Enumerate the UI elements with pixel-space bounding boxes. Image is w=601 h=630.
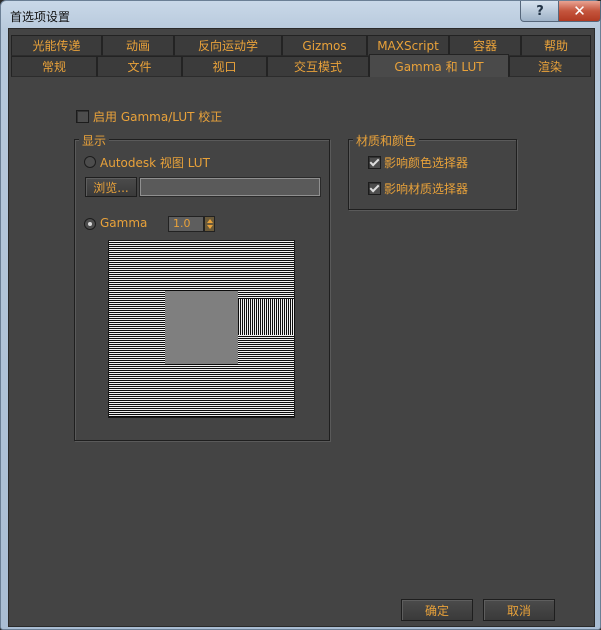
spinner-down-icon[interactable] — [207, 225, 213, 229]
tab-inverse-kinematics[interactable]: 反向运动学 — [174, 35, 282, 56]
tab-interaction-mode[interactable]: 交互模式 — [267, 56, 369, 77]
tab-viewports[interactable]: 视口 — [182, 56, 267, 77]
ok-button[interactable]: 确定 — [401, 599, 473, 621]
tab-gizmos[interactable]: Gizmos — [282, 35, 367, 56]
tab-animation[interactable]: 动画 — [102, 35, 174, 56]
display-group-title: 显示 — [79, 132, 110, 149]
autodesk-lut-radio[interactable] — [84, 156, 96, 168]
lut-path-field[interactable] — [139, 177, 321, 197]
gamma-value-input[interactable]: 1.0 — [168, 216, 204, 232]
gamma-spinner[interactable] — [204, 216, 215, 232]
material-color-group-title: 材质和颜色 — [353, 132, 420, 149]
window-title: 首选项设置 — [10, 10, 71, 24]
affect-material-picker-label: 影响材质选择器 — [384, 182, 469, 196]
material-color-group — [348, 139, 517, 210]
gamma-preview-gray-square — [165, 291, 238, 364]
title-bar[interactable]: 首选项设置 ? ✕ — [1, 1, 601, 29]
tab-help[interactable]: 帮助 — [521, 35, 591, 56]
cancel-button[interactable]: 取消 — [483, 599, 555, 621]
close-button[interactable]: ✕ — [558, 1, 601, 22]
gamma-label: Gamma — [100, 216, 148, 230]
preferences-window: 首选项设置 ? ✕ 光能传递 动画 反向运动学 Gizmos MAXScript… — [0, 0, 601, 630]
tab-general[interactable]: 常规 — [11, 56, 97, 77]
tab-radiosity[interactable]: 光能传递 — [11, 35, 102, 56]
tab-files[interactable]: 文件 — [97, 56, 182, 77]
tab-rendering[interactable]: 渲染 — [509, 56, 591, 77]
enable-gamma-lut-checkbox[interactable] — [76, 110, 89, 123]
dialog-body: 光能传递 动画 反向运动学 Gizmos MAXScript 容器 帮助 常规 … — [8, 28, 595, 627]
affect-color-picker-label: 影响颜色选择器 — [384, 156, 469, 170]
gamma-preview-stripe-block — [238, 299, 295, 335]
tab-gamma-and-lut[interactable]: Gamma 和 LUT — [369, 54, 509, 77]
gamma-radio[interactable] — [84, 218, 96, 230]
tab-maxscript[interactable]: MAXScript — [367, 35, 449, 56]
enable-gamma-lut-label: 启用 Gamma/LUT 校正 — [93, 110, 223, 124]
tab-containers[interactable]: 容器 — [449, 35, 521, 56]
gamma-preview — [108, 240, 295, 418]
autodesk-lut-label: Autodesk 视图 LUT — [100, 156, 210, 170]
affect-material-picker-checkbox[interactable] — [368, 182, 381, 195]
help-button[interactable]: ? — [520, 1, 560, 22]
affect-color-picker-checkbox[interactable] — [368, 156, 381, 169]
browse-button[interactable]: 浏览... — [85, 177, 137, 197]
spinner-up-icon[interactable] — [207, 219, 213, 223]
